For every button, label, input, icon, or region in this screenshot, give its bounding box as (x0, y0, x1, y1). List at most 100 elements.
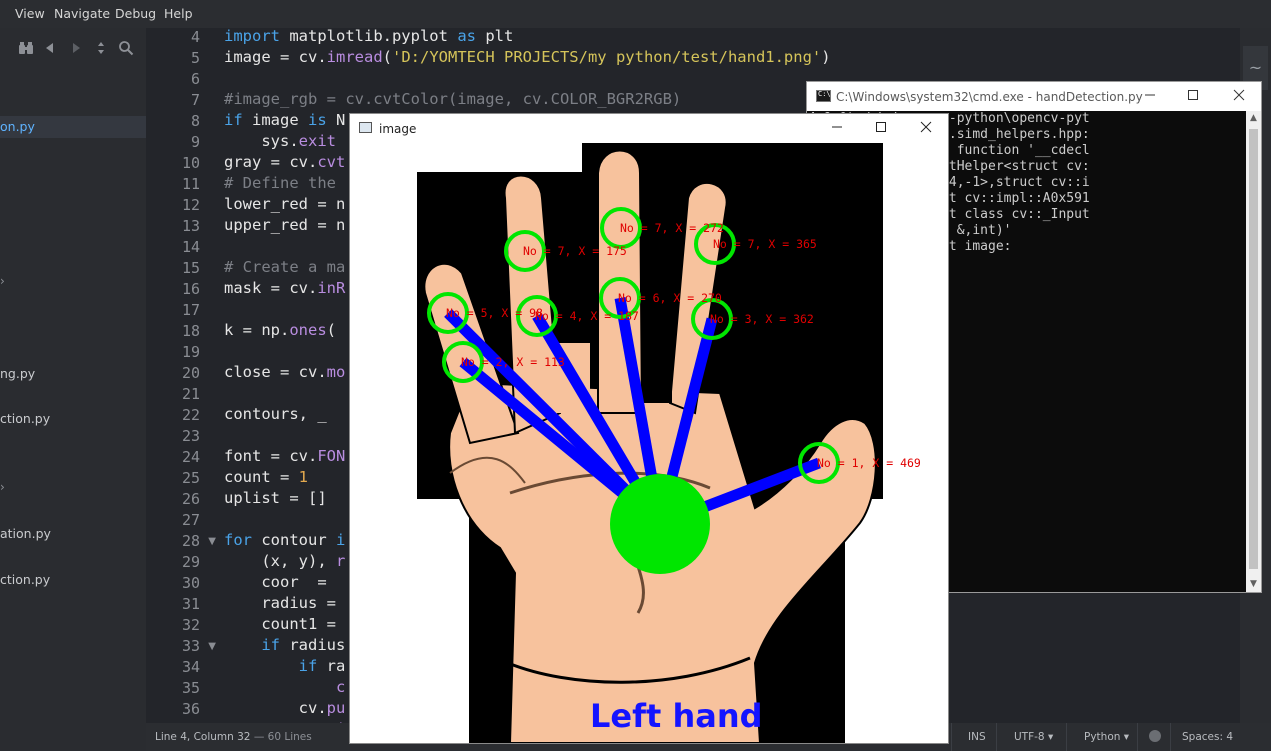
menu-navigate[interactable]: Navigate (54, 6, 110, 21)
code-line[interactable]: # Create a ma (224, 258, 345, 276)
code-line[interactable]: uplist = [] (224, 489, 327, 507)
close-button[interactable] (1228, 86, 1250, 106)
line-number: 21 (181, 385, 200, 403)
code-token: uplist = [] (224, 489, 327, 507)
code-line[interactable]: c (224, 678, 345, 696)
insert-mode-indicator[interactable]: INS (968, 731, 986, 743)
maximize-button[interactable] (1182, 86, 1204, 106)
code-line[interactable]: font = cv.FON (224, 447, 345, 465)
line-number: 6 (190, 70, 200, 88)
code-token: inR (317, 279, 346, 297)
line-number: 18 (181, 322, 200, 340)
cmd-scrollbar[interactable]: ▲ ▼ (1246, 111, 1261, 592)
code-token: mo (326, 363, 346, 381)
line-number: 4 (190, 28, 200, 46)
cmd-scroll-thumb[interactable] (1249, 129, 1258, 569)
code-token: image (252, 111, 308, 129)
code-line[interactable]: coor = (224, 573, 336, 591)
line-number: 9 (190, 133, 200, 151)
encoding-label: UTF-8 (1014, 731, 1045, 743)
fold-arrow-icon[interactable]: ▼ (208, 641, 216, 652)
code-line[interactable]: (x, y), r (224, 552, 345, 570)
code-line[interactable]: contours, _ (224, 405, 336, 423)
code-line[interactable]: radius = (224, 594, 345, 612)
menu-debug[interactable]: Debug (115, 6, 156, 21)
code-token: cvt (317, 153, 346, 171)
encoding-selector[interactable]: UTF-8 ▾ (1014, 731, 1053, 743)
code-line[interactable]: upper_red = n (224, 216, 345, 234)
code-line[interactable]: #image_rgb = cv.cvtColor(image, cv.COLOR… (224, 90, 681, 108)
syntax-selector[interactable]: Python ▾ (1084, 731, 1129, 743)
fingertip-label: No = 7, X = 175 (523, 244, 627, 258)
binoculars-icon[interactable] (18, 40, 34, 56)
sidebar-file-item[interactable]: on.py (0, 119, 35, 134)
code-token: font = cv. (224, 447, 318, 465)
sidebar-file-item[interactable]: ation.py (0, 526, 51, 541)
code-line[interactable]: k = np.ones( (224, 321, 336, 339)
arrow-back-icon[interactable] (42, 40, 58, 56)
image-canvas: No = 7, X = 272 No = 7, X = 175 No = 7, X … (350, 143, 948, 743)
code-line[interactable]: lower_red = n (224, 195, 345, 213)
code-line[interactable]: if ra (224, 657, 346, 675)
code-line[interactable]: # Define the (224, 174, 336, 192)
cmd-titlebar[interactable]: C:\ C:\Windows\system32\cmd.exe - handDe… (807, 82, 1261, 111)
line-number: 30 (181, 574, 200, 592)
minimize-button[interactable] (1139, 86, 1161, 106)
code-line[interactable]: gray = cv.cvt (224, 153, 345, 171)
line-number: 15 (181, 259, 200, 277)
indentation-selector[interactable]: Spaces: 4 (1182, 731, 1233, 743)
chevron-right-icon[interactable]: › (0, 274, 6, 288)
code-line[interactable]: image = cv.imread('D:/YOMTECH PROJECTS/m… (224, 48, 831, 66)
code-line[interactable]: cv.pu (224, 699, 346, 717)
code-line[interactable]: close = cv.mo (224, 363, 345, 381)
hand-detection-image: No = 7, X = 272 No = 7, X = 175 No = 7, X … (417, 143, 921, 743)
code-line[interactable]: import matplotlib.pyplot as plt (224, 28, 513, 45)
status-separator (1137, 723, 1138, 751)
scroll-up-icon[interactable]: ▲ (1246, 111, 1261, 126)
sidebar-file-item[interactable]: ction.py (0, 572, 50, 587)
code-token: matplotlib.pyplot (289, 28, 458, 45)
code-token: ( (382, 48, 392, 66)
line-number: 7 (190, 91, 200, 109)
scroll-down-icon[interactable]: ▼ (1246, 577, 1261, 592)
line-number: 28 (181, 532, 200, 550)
arrow-forward-icon[interactable] (68, 40, 84, 56)
code-token: ) (821, 48, 831, 66)
cursor-position[interactable]: Line 4, Column 32 — 60 Lines (155, 731, 312, 743)
minimize-button[interactable] (826, 118, 848, 138)
code-token: r (335, 552, 346, 570)
code-line[interactable]: sys.exit (224, 132, 336, 150)
line-number: 20 (181, 364, 200, 382)
sidebar-file-item[interactable]: ng.py (0, 366, 35, 381)
code-token: upper_red = n (224, 216, 346, 234)
cursor-position-label: Line 4, Column 32 (155, 731, 251, 743)
code-token: is (308, 111, 336, 129)
sidebar-file-item[interactable]: ction.py (0, 411, 50, 426)
code-line[interactable]: mask = cv.inR (224, 279, 345, 297)
code-line[interactable]: for contour i (224, 531, 345, 549)
code-token: sys. (224, 132, 299, 150)
cmd-app-icon: C:\ (816, 90, 831, 102)
line-number: 35 (181, 679, 200, 697)
code-line[interactable]: count = 1 (224, 468, 308, 486)
close-button[interactable] (915, 118, 937, 138)
code-line[interactable]: count1 = (224, 615, 345, 633)
code-line[interactable]: if image is N (224, 111, 345, 129)
line-number: 32 (181, 616, 200, 634)
code-line[interactable]: if radius (224, 636, 345, 654)
line-number: 17 (181, 301, 200, 319)
menu-view[interactable]: View (15, 6, 45, 21)
menu-help[interactable]: Help (164, 6, 193, 21)
maximize-button[interactable] (870, 118, 892, 138)
line-number: 36 (181, 700, 200, 718)
code-token: as (457, 28, 486, 45)
search-icon[interactable] (118, 40, 134, 56)
code-token: image = cv. (224, 48, 327, 66)
fold-arrow-icon[interactable]: ▼ (208, 536, 216, 547)
status-dot-icon[interactable] (1149, 730, 1161, 742)
sort-updown-icon[interactable] (93, 40, 109, 56)
chevron-right-icon[interactable]: › (0, 480, 6, 494)
image-window-titlebar[interactable]: image (350, 114, 948, 142)
line-number: 11 (181, 175, 200, 193)
